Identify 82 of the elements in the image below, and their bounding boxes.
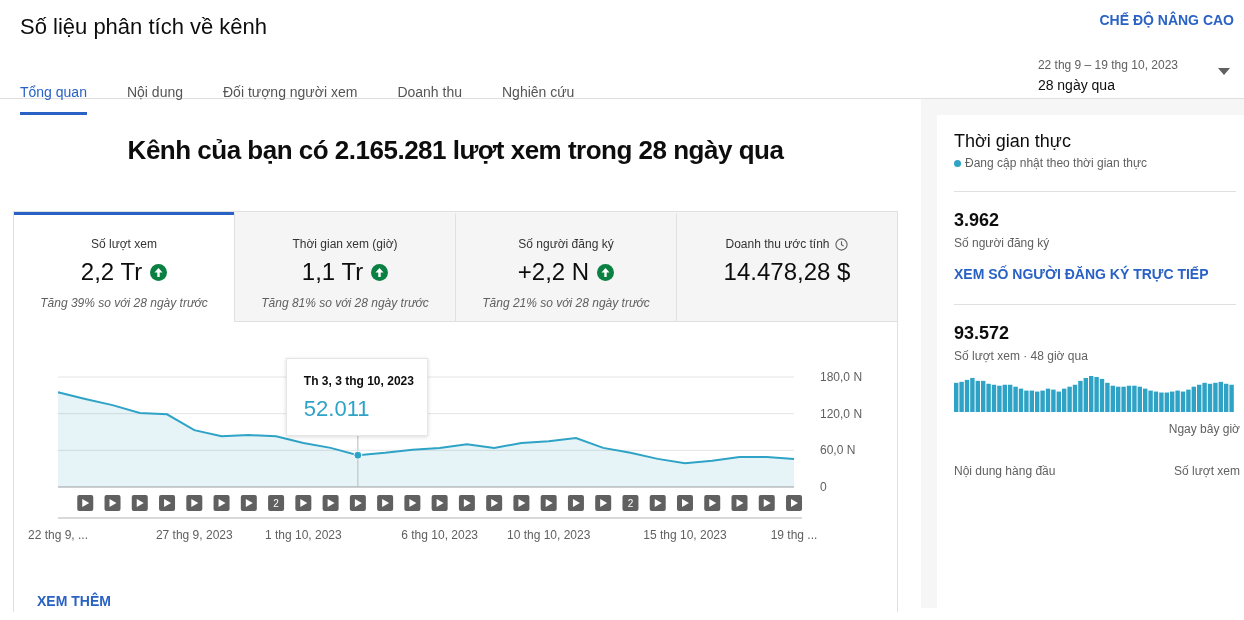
live-dot-icon xyxy=(954,159,961,167)
video-marker-icon[interactable] xyxy=(159,495,176,511)
period-select[interactable]: 28 ngày qua xyxy=(1037,77,1178,93)
headline: Kênh của bạn có 2.165.281 lượt xem trong 28 ngày qua xyxy=(126,135,785,167)
axis-label: 60,0 N xyxy=(820,443,856,458)
metric-tab[interactable]: Thời gian xem (giờ) 1,1 Tr Tăng 81% so với 28 ngày trước xyxy=(234,212,455,322)
metric-value: 2,2 Tr xyxy=(80,258,143,286)
metric-value: 14.478,28 $ xyxy=(723,258,851,286)
now-label: Ngay bây giờ xyxy=(1167,422,1240,436)
hover-line xyxy=(357,435,359,488)
video-marker-icon[interactable] xyxy=(731,495,748,511)
video-marker-icon[interactable] xyxy=(404,495,421,511)
tab[interactable]: Nghiên cứu xyxy=(502,78,575,115)
video-marker-icon[interactable] xyxy=(240,495,257,511)
date-range: 22 thg 9 – 19 thg 10, 2023 xyxy=(1037,58,1178,72)
video-count: 2 xyxy=(627,498,634,509)
caret-icon[interactable] xyxy=(1218,68,1230,75)
video-marker-icon[interactable] xyxy=(649,495,666,511)
advanced-mode-link[interactable]: CHẾ ĐỘ NÂNG CAO xyxy=(1099,12,1234,28)
video-marker-icon[interactable] xyxy=(295,495,312,511)
video-marker-icon[interactable] xyxy=(458,495,475,511)
subscriber-label: Số người đăng ký xyxy=(954,236,1051,250)
axis-label: 19 thg ... xyxy=(770,528,818,542)
views-count: 93.572 xyxy=(954,323,1011,344)
realtime-title: Thời gian thực xyxy=(954,131,1072,152)
metric-change: Tăng 81% so với 28 ngày trước xyxy=(260,296,430,310)
metric-label: Số người đăng ký xyxy=(518,237,614,251)
axis-label: 6 thg 10, 2023 xyxy=(401,528,478,542)
video-marker-icon[interactable] xyxy=(349,495,366,511)
video-marker-icon[interactable] xyxy=(213,495,230,511)
metric-change: Tăng 39% so với 28 ngày trước xyxy=(39,296,209,310)
video-count-badge[interactable] xyxy=(268,495,285,511)
video-marker-icon[interactable] xyxy=(704,495,721,511)
video-marker-icon[interactable] xyxy=(786,495,802,511)
realtime-status: Đang cập nhật theo thời gian thực xyxy=(965,156,1148,170)
video-marker-icon[interactable] xyxy=(486,495,503,511)
video-marker-icon[interactable] xyxy=(104,495,121,511)
page-title: Số liệu phân tích về kênh xyxy=(20,14,269,41)
tab[interactable]: Nội dung xyxy=(126,78,183,115)
video-marker-icon[interactable] xyxy=(677,495,693,511)
video-marker-icon[interactable] xyxy=(186,495,203,511)
video-marker-icon[interactable] xyxy=(513,495,530,511)
video-marker-icon[interactable] xyxy=(758,495,775,511)
tab[interactable]: Đối tượng người xem xyxy=(223,78,358,115)
axis-label: 27 thg 9, 2023 xyxy=(155,528,233,542)
axis-label: 180,0 N xyxy=(820,370,863,384)
tooltip-date: Th 3, 3 thg 10, 2023 xyxy=(303,374,415,388)
axis-label: 1 thg 10, 2023 xyxy=(264,528,342,542)
data-point xyxy=(353,450,363,460)
metric-tab[interactable]: Số người đăng ký +2,2 N Tăng 21% so với 28 ngày trước xyxy=(455,212,676,322)
axis-label: 22 thg 9, ... xyxy=(28,528,88,542)
metric-value: 1,1 Tr xyxy=(301,258,364,286)
views-label: Số lượt xem · 48 giờ qua xyxy=(954,349,1089,363)
video-count-badge[interactable] xyxy=(622,495,639,511)
metric-value: +2,2 N xyxy=(517,258,590,286)
axis-label: 10 thg 10, 2023 xyxy=(506,528,591,542)
metric-change: Tăng 21% so với 28 ngày trước xyxy=(481,296,651,310)
video-marker-icon[interactable] xyxy=(540,495,557,511)
tab[interactable]: Tổng quan xyxy=(20,78,87,115)
tooltip-value: 52.011 xyxy=(303,396,371,422)
video-marker-icon[interactable] xyxy=(431,495,448,511)
live-subscribers-link[interactable]: XEM SỐ NGƯỜI ĐĂNG KÝ TRỰC TIẾP xyxy=(954,266,1209,282)
video-marker-icon[interactable] xyxy=(322,495,339,511)
metric-tab[interactable]: Doanh thu ước tính 14.478,28 $ xyxy=(676,212,897,322)
axis-label: 120,0 N xyxy=(820,406,863,421)
video-marker-icon[interactable] xyxy=(77,495,94,511)
axis-label: 15 thg 10, 2023 xyxy=(643,528,727,542)
axis-label: 0 xyxy=(820,480,827,494)
top-content-label: Nội dung hàng đầu xyxy=(954,464,1056,478)
video-marker-icon[interactable] xyxy=(131,495,148,511)
tab[interactable]: Doanh thu xyxy=(397,78,462,115)
clock-icon[interactable] xyxy=(835,237,849,251)
views-column-label: Số lượt xem xyxy=(1174,464,1240,478)
video-count: 2 xyxy=(273,498,279,509)
metric-label: Thời gian xem (giờ) xyxy=(292,237,398,251)
see-more-link[interactable]: XEM THÊM xyxy=(37,593,111,609)
video-marker-icon[interactable] xyxy=(567,495,584,511)
subscriber-count: 3.962 xyxy=(954,210,1001,231)
video-marker-icon[interactable] xyxy=(595,495,612,511)
video-marker-icon[interactable] xyxy=(377,495,394,511)
metric-label: Số lượt xem xyxy=(91,237,157,251)
metric-label: Doanh thu ước tính xyxy=(725,237,830,251)
